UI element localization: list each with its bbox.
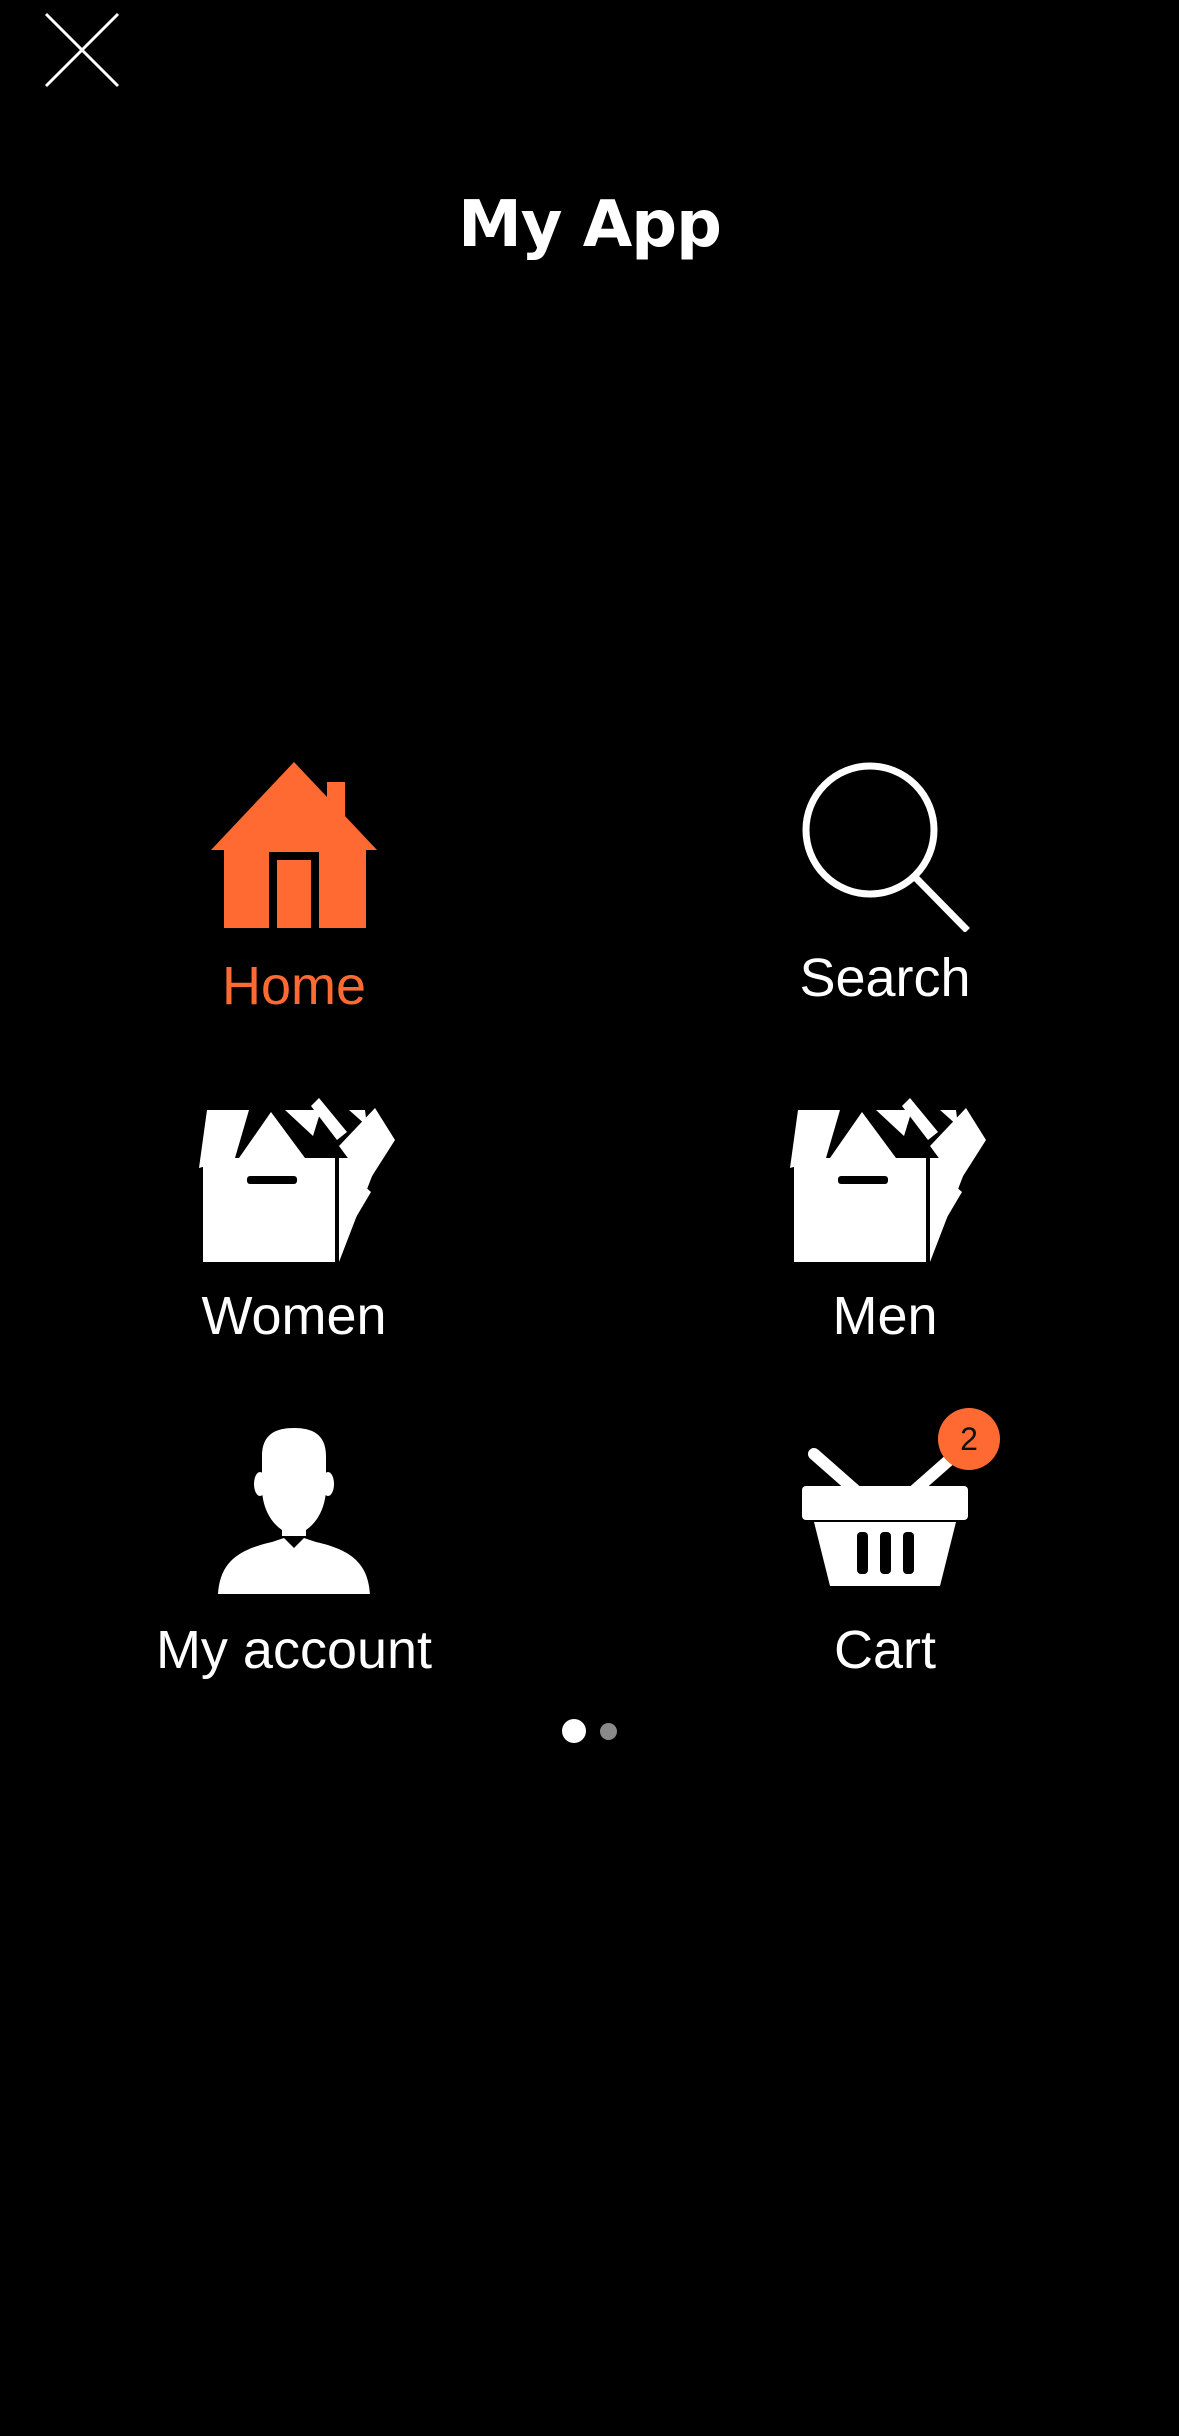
- close-button[interactable]: [44, 12, 120, 88]
- menu-item-label: Women: [201, 1286, 387, 1346]
- box-icon: [685, 1096, 1085, 1266]
- app-title: My App: [458, 188, 722, 262]
- home-icon: [94, 760, 494, 930]
- menu-item-my-account[interactable]: My account: [94, 1426, 494, 1686]
- page-indicator: [0, 1718, 1179, 1744]
- cart-badge: 2: [938, 1408, 1000, 1470]
- menu-item-label: Men: [832, 1286, 938, 1346]
- menu-item-search[interactable]: Search: [685, 760, 1085, 1020]
- page-dot-2[interactable]: [600, 1722, 617, 1740]
- menu-item-label: Cart: [833, 1620, 936, 1680]
- close-icon: [44, 12, 120, 88]
- search-icon: [685, 760, 1085, 932]
- box-icon: [94, 1096, 494, 1266]
- user-icon: [94, 1426, 494, 1596]
- menu-item-label: Search: [799, 948, 971, 1008]
- menu-item-men[interactable]: Men: [685, 1096, 1085, 1356]
- menu-item-cart[interactable]: 2 Cart: [685, 1408, 1085, 1686]
- menu-item-label: Home: [221, 956, 367, 1016]
- menu-item-label: My account: [155, 1620, 433, 1680]
- menu-item-women[interactable]: Women: [94, 1096, 494, 1356]
- menu-item-home[interactable]: Home: [94, 760, 494, 1020]
- page-dot-1[interactable]: [562, 1719, 586, 1743]
- basket-icon: [685, 1426, 1085, 1596]
